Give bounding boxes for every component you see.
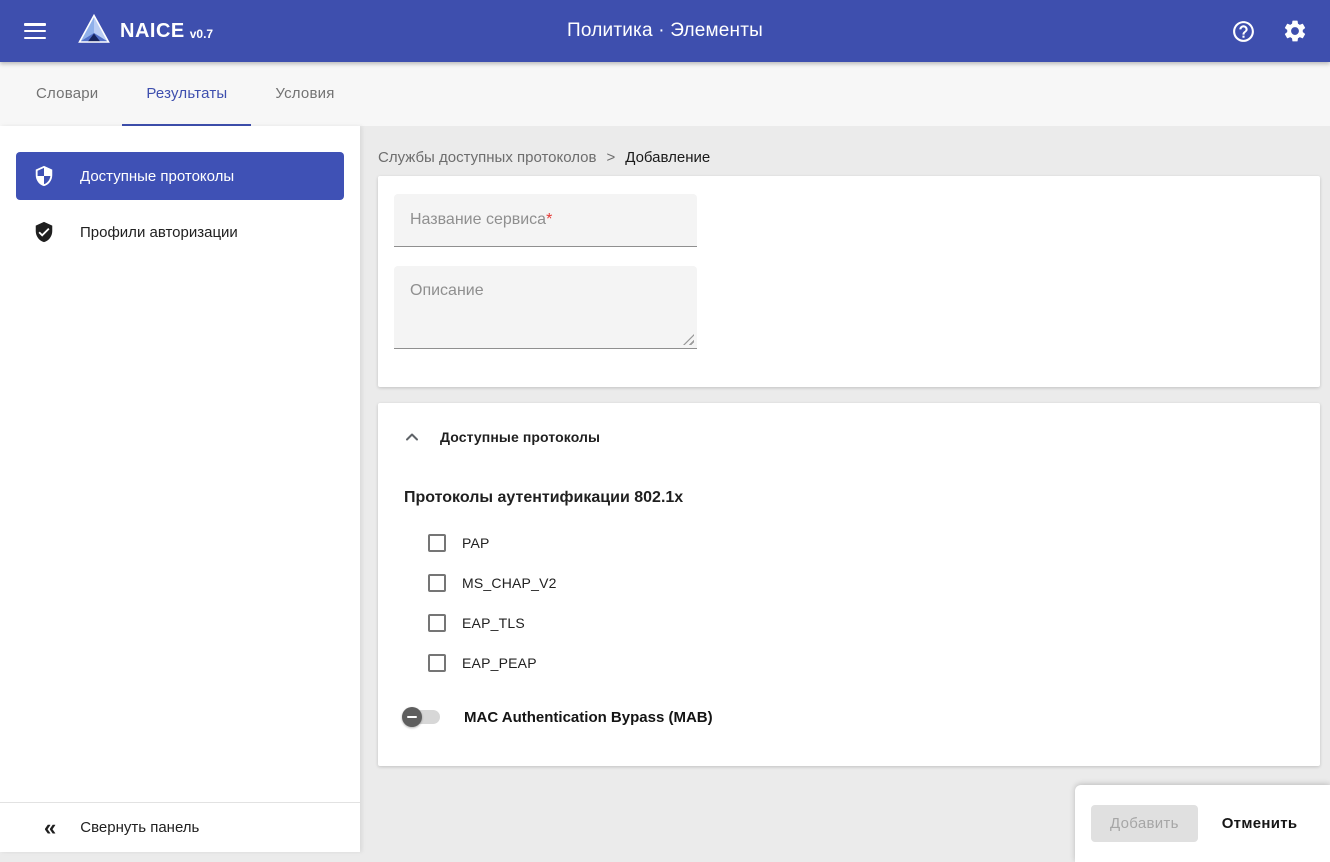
eap-tls-checkbox[interactable] <box>428 614 446 632</box>
mab-toggle-switch[interactable] <box>402 707 442 727</box>
sidebar-item-label: Доступные протоколы <box>80 168 234 185</box>
protocols-card: Доступные протоколы Протоколы аутентифик… <box>378 403 1320 766</box>
pap-checkbox-label: PAP <box>462 535 490 551</box>
content-area: Службы доступных протоколов > Добавление… <box>360 126 1330 862</box>
app-logo: NAICE v0.7 <box>78 14 213 49</box>
breadcrumb-separator: > <box>606 149 615 166</box>
app-bar: NAICE v0.7 Политика · Элементы <box>0 0 1330 62</box>
tab-bar: Словари Результаты Условия <box>0 62 1330 126</box>
sidebar-item-available-protocols[interactable]: Доступные протоколы <box>16 152 344 200</box>
add-button[interactable]: Добавить <box>1091 805 1198 842</box>
protocols-section-toggle[interactable]: Доступные протоколы <box>402 427 1296 447</box>
collapse-panel-label: Свернуть панель <box>80 819 199 836</box>
app-name: NAICE <box>120 20 185 43</box>
sidebar: Доступные протоколы Профили авторизации … <box>0 126 360 852</box>
service-name-input[interactable] <box>394 194 697 246</box>
description-field-wrap <box>394 266 697 349</box>
description-textarea[interactable] <box>394 266 697 348</box>
sidebar-items: Доступные протоколы Профили авторизации <box>0 126 360 802</box>
tab-conditions[interactable]: Условия <box>251 62 358 126</box>
sidebar-item-label: Профили авторизации <box>80 224 238 241</box>
service-name-field-wrap: Название сервиса* <box>394 194 697 247</box>
eap-peap-checkbox-label: EAP_PEAP <box>462 655 537 671</box>
main-area: Доступные протоколы Профили авторизации … <box>0 126 1330 862</box>
breadcrumb-parent[interactable]: Службы доступных протоколов <box>378 149 596 166</box>
checkbox-row-ms-chap-v2[interactable]: MS_CHAP_V2 <box>428 563 1296 603</box>
pap-checkbox[interactable] <box>428 534 446 552</box>
protocol-checkbox-list: PAP MS_CHAP_V2 EAP_TLS EAP_PEAP <box>428 523 1296 683</box>
checkbox-row-pap[interactable]: PAP <box>428 523 1296 563</box>
appbar-actions <box>1230 18 1308 44</box>
settings-gear-icon[interactable] <box>1282 18 1308 44</box>
tab-results[interactable]: Результаты <box>122 62 251 126</box>
app-version: v0.7 <box>190 27 213 41</box>
breadcrumb: Службы доступных протоколов > Добавление <box>378 138 1320 176</box>
toggle-knob <box>402 707 422 727</box>
ms-chap-v2-checkbox-label: MS_CHAP_V2 <box>462 575 557 591</box>
auth-protocols-heading: Протоколы аутентификации 802.1x <box>404 489 1296 507</box>
double-chevron-left-icon: « <box>44 817 56 839</box>
ms-chap-v2-checkbox[interactable] <box>428 574 446 592</box>
mab-toggle-label: MAC Authentication Bypass (MAB) <box>464 709 713 726</box>
collapse-panel-button[interactable]: « Свернуть панель <box>0 802 360 852</box>
cancel-button[interactable]: Отменить <box>1216 805 1304 842</box>
toggle-dash-icon <box>407 716 417 718</box>
eap-tls-checkbox-label: EAP_TLS <box>462 615 525 631</box>
protocols-section-title: Доступные протоколы <box>440 429 600 445</box>
chevron-up-icon <box>402 427 422 447</box>
action-bar: Добавить Отменить <box>1075 785 1330 862</box>
mab-toggle-row: MAC Authentication Bypass (MAB) <box>402 707 1296 727</box>
logo-triangle-icon <box>78 14 110 49</box>
eap-peap-checkbox[interactable] <box>428 654 446 672</box>
security-shield-icon <box>32 164 56 188</box>
tab-dictionaries[interactable]: Словари <box>12 62 122 126</box>
help-icon[interactable] <box>1230 18 1256 44</box>
checkbox-row-eap-tls[interactable]: EAP_TLS <box>428 603 1296 643</box>
sidebar-item-authorization-profiles[interactable]: Профили авторизации <box>16 208 344 256</box>
menu-icon[interactable] <box>24 23 46 39</box>
service-form-card: Название сервиса* <box>378 176 1320 387</box>
page-title: Политика · Элементы <box>567 20 763 42</box>
verified-shield-icon <box>32 220 56 244</box>
breadcrumb-current: Добавление <box>625 149 710 166</box>
checkbox-row-eap-peap[interactable]: EAP_PEAP <box>428 643 1296 683</box>
